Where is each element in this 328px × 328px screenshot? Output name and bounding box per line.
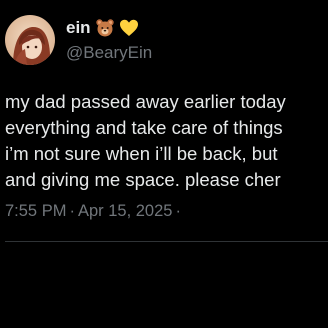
- tweet-card: ein @BearyEin my dad passed away earlier…: [0, 0, 328, 328]
- avatar[interactable]: [5, 15, 55, 65]
- tweet-text: my dad passed away earlier today everyth…: [5, 89, 328, 193]
- tweet-timestamp-link[interactable]: 7:55 PM · Apr 15, 2025: [5, 202, 172, 220]
- author-name-row: ein: [66, 18, 139, 38]
- tweet-date: Apr 15, 2025: [77, 202, 173, 220]
- yellow-heart-emoji-icon: [119, 18, 139, 38]
- bear-face-emoji-icon: [95, 18, 115, 38]
- avatar-image: [5, 15, 55, 65]
- tweet-text-line: my dad passed away earlier today: [5, 91, 286, 112]
- author-handle[interactable]: @BearyEin: [66, 43, 152, 63]
- meta-separator: ·: [69, 202, 75, 220]
- tweet-text-line: and giving me space. please cher: [5, 169, 281, 190]
- tweet-metadata: 7:55 PM · Apr 15, 2025 ·: [5, 200, 184, 222]
- author-display-name[interactable]: ein: [66, 18, 91, 38]
- meta-separator: ·: [175, 202, 181, 220]
- tweet-text-line: i’m not sure when i’ll be back, but: [5, 143, 278, 164]
- divider: [5, 241, 328, 242]
- tweet-text-line: everything and take care of things: [5, 117, 283, 138]
- tweet-time: 7:55 PM: [5, 202, 67, 220]
